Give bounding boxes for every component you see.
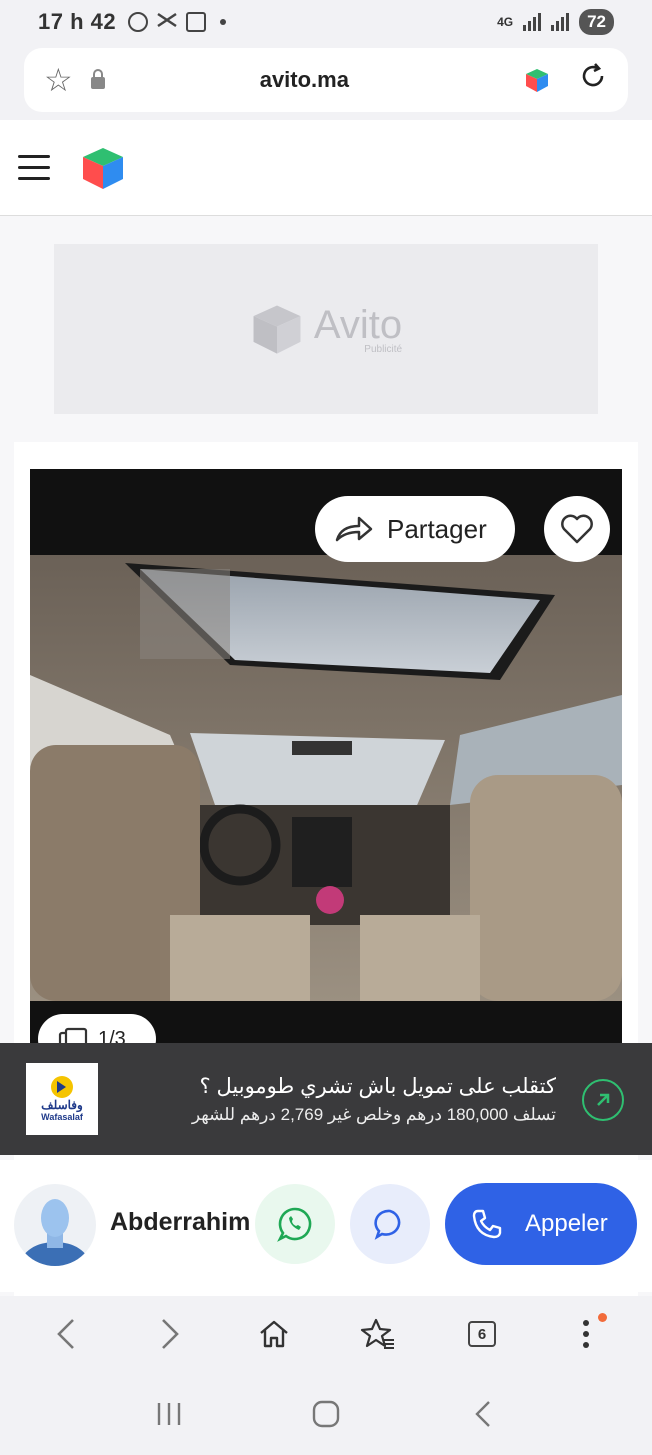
address-bar[interactable]: ☆ avito.ma [24,48,628,112]
open-financing-arrow-icon[interactable] [582,1079,624,1121]
tabs-count: 6 [468,1321,496,1347]
recent-apps-button[interactable] [149,1394,189,1434]
reload-icon[interactable] [578,61,608,99]
status-bar: 17 h 42 4G 72 [0,0,652,44]
system-back-icon [475,1400,491,1427]
chevron-left-icon [57,1319,74,1349]
back-button[interactable] [39,1307,93,1361]
shuffle-icon [156,11,178,34]
more-options-button[interactable] [559,1307,613,1361]
financing-subtitle: تسلف 180,000 درهم وخلص غير 2,769 درهم لل… [191,1104,556,1124]
system-back-button[interactable] [463,1394,503,1434]
system-home-button[interactable] [306,1394,346,1434]
financing-banner[interactable]: وفاسلف Wafasalaf كتقلب على تمويل باش تشر… [0,1043,652,1155]
ad-logo: Avito Publicité [250,302,402,356]
screen: 17 h 42 4G 72 ☆ avito.ma Avito Publicité… [0,0,652,1455]
wafasalaf-logo-icon [51,1076,73,1098]
status-icons [128,11,227,34]
site-cube-icon[interactable] [524,67,550,93]
signal-icon-2 [551,13,570,31]
wafasalaf-logo: وفاسلف Wafasalaf [26,1063,98,1135]
status-time: 17 h 42 [38,9,117,34]
network-type: 4G [497,15,514,29]
financing-text: كتقلب على تمويل باش تشري طوموبيل ؟ تسلف … [98,1074,626,1125]
seller-avatar[interactable] [14,1184,96,1266]
whatsapp-button[interactable] [255,1184,335,1264]
screenshot-icon [186,12,207,32]
more-vertical-icon [583,1320,589,1348]
site-header [0,120,652,216]
chat-button[interactable] [350,1184,430,1264]
tabs-button[interactable]: 6 [455,1307,509,1361]
url-text[interactable]: avito.ma [105,67,504,93]
battery-level: 72 [579,9,614,35]
call-label: Appeler [525,1210,608,1237]
update-badge [598,1313,607,1322]
bookmarks-button[interactable] [351,1307,405,1361]
lock-icon[interactable] [90,69,105,89]
forward-button[interactable] [143,1307,197,1361]
signal-icon [523,13,542,31]
notification-icon [128,12,149,32]
chat-icon [374,1209,401,1240]
chevron-right-icon [162,1319,179,1349]
recent-apps-icon [157,1402,180,1425]
browser-toolbar: 6 [0,1296,652,1372]
heart-icon [561,514,593,544]
seller-name[interactable]: Abderrahim [110,1208,250,1237]
wafasalaf-logo-arabic: وفاسلف [41,1098,83,1112]
call-button[interactable]: Appeler [445,1183,637,1265]
ad-brand: Avito [313,303,403,347]
more-notifications-dot [220,19,227,25]
car-interior-photo[interactable] [30,555,622,1001]
home-button[interactable] [247,1307,301,1361]
menu-icon[interactable] [18,155,50,180]
share-button[interactable]: Partager [315,496,515,562]
ad-banner[interactable]: Avito Publicité [54,244,598,414]
bookmark-star-icon[interactable]: ☆ [44,61,73,99]
ad-cube-icon [253,305,301,354]
financing-title: كتقلب على تمويل باش تشري طوموبيل ؟ [199,1074,556,1098]
system-home-icon [312,1400,340,1427]
phone-icon [472,1209,502,1239]
share-label: Partager [387,513,487,544]
whatsapp-icon [277,1207,312,1242]
favorite-button[interactable] [544,496,610,562]
bookmarks-star-icon [360,1318,394,1349]
system-nav-bar [0,1372,652,1455]
avito-logo[interactable] [80,145,126,191]
seller-bar: Abderrahim Appeler [0,1160,652,1292]
wafasalaf-logo-latin: Wafasalaf [41,1112,83,1122]
share-icon [335,516,373,542]
photo-gallery[interactable] [30,469,622,1044]
home-icon [260,1320,288,1348]
